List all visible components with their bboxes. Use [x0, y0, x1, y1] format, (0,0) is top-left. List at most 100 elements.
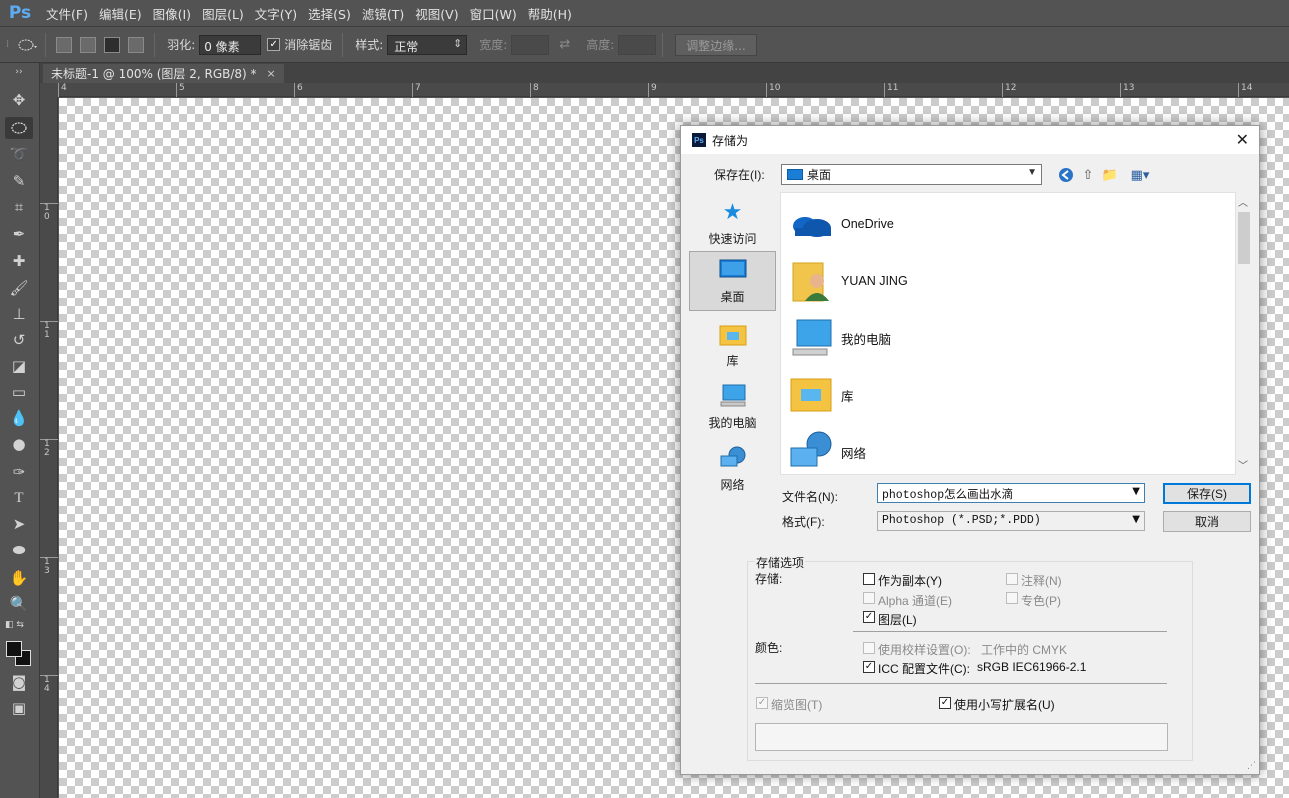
- place-library[interactable]: 库: [689, 314, 776, 374]
- spot-colors-label: 专色(P): [1021, 594, 1061, 608]
- menu-layer[interactable]: 图层(L): [202, 4, 244, 23]
- add-to-selection-button[interactable]: [80, 36, 97, 53]
- place-network[interactable]: 网络: [689, 438, 776, 498]
- feather-input[interactable]: 0 像素: [199, 34, 262, 55]
- format-select[interactable]: Photoshop (*.PSD;*.PDD) ▼: [877, 511, 1145, 531]
- notes-checkbox[interactable]: [1006, 573, 1018, 585]
- chevron-down-icon[interactable]: ▼: [1132, 514, 1140, 525]
- foreground-color-swatch[interactable]: [6, 641, 22, 657]
- list-item[interactable]: 我的电脑: [789, 315, 1169, 361]
- gradient-tool-icon[interactable]: ▭: [5, 381, 33, 403]
- quick-mask-icon[interactable]: ◙: [5, 671, 33, 693]
- dialog-title: 存储为: [712, 133, 749, 148]
- eraser-tool-icon[interactable]: ◪: [5, 355, 33, 377]
- list-item[interactable]: 库: [789, 372, 1169, 418]
- up-folder-icon[interactable]: ⇧: [1079, 166, 1097, 184]
- resize-grip-icon[interactable]: ⋰: [1247, 760, 1256, 771]
- chevron-down-icon[interactable]: ﹀: [1238, 457, 1248, 472]
- new-folder-icon[interactable]: 📁: [1101, 166, 1119, 184]
- height-input[interactable]: [618, 34, 657, 55]
- hand-tool-icon[interactable]: ✋: [5, 567, 33, 589]
- close-icon[interactable]: ✕: [1236, 130, 1249, 150]
- ellipse-shape-tool-icon[interactable]: ⬬: [5, 539, 33, 561]
- color-reset-icons[interactable]: ◧ ⇆: [5, 618, 33, 632]
- eyedropper-tool-icon[interactable]: ✒: [5, 223, 33, 245]
- computer-icon: [718, 383, 748, 409]
- menu-edit[interactable]: 编辑(E): [99, 4, 142, 23]
- menu-help[interactable]: 帮助(H): [528, 4, 572, 23]
- blur-tool-icon[interactable]: 💧: [5, 407, 33, 429]
- place-computer[interactable]: 我的电脑: [689, 376, 776, 436]
- height-label: 高度:: [586, 38, 615, 52]
- alpha-channels-checkbox[interactable]: [863, 592, 875, 604]
- chevron-down-icon[interactable]: ▼: [1132, 486, 1140, 497]
- subtract-from-selection-button[interactable]: [104, 36, 121, 53]
- cancel-button[interactable]: 取消: [1163, 511, 1251, 532]
- brush-tool-icon[interactable]: 🖌: [5, 277, 33, 299]
- view-menu-icon[interactable]: ▦▾: [1127, 166, 1153, 184]
- collapse-icon[interactable]: ››: [5, 67, 33, 77]
- ruler-tick: 6: [294, 83, 303, 97]
- ellipse-marquee-preset-icon[interactable]: [17, 37, 39, 53]
- ruler-tick: 12: [1002, 83, 1016, 97]
- chevron-up-icon[interactable]: ︿: [1238, 194, 1248, 209]
- ruler-tick: 1 3: [40, 557, 58, 576]
- lowercase-extension-checkbox[interactable]: ✓: [939, 697, 951, 709]
- scroll-thumb[interactable]: [1238, 212, 1250, 264]
- file-list-scrollbar[interactable]: ︿ ﹀: [1236, 192, 1253, 475]
- zoom-tool-icon[interactable]: 🔍: [5, 593, 33, 615]
- ruler-tick: 10: [766, 83, 780, 97]
- thumbnail-checkbox[interactable]: ✓: [756, 697, 768, 709]
- filename-input[interactable]: photoshop怎么画出水滴 ▼: [877, 483, 1145, 503]
- swap-icon[interactable]: ⇄: [559, 37, 570, 52]
- menu-file[interactable]: 文件(F): [46, 4, 88, 23]
- horizontal-ruler[interactable]: 4 5 6 7 8 9 10 11 12 13 14: [58, 83, 1289, 97]
- clone-stamp-tool-icon[interactable]: ⊥: [5, 303, 33, 325]
- antialias-checkbox[interactable]: ✓: [267, 38, 281, 51]
- crop-tool-icon[interactable]: ⌗: [5, 196, 33, 218]
- menu-type[interactable]: 文字(Y): [255, 4, 297, 23]
- back-icon[interactable]: [1057, 166, 1075, 184]
- spot-colors-checkbox[interactable]: [1006, 592, 1018, 604]
- style-select[interactable]: 正常: [387, 34, 468, 55]
- layers-checkbox[interactable]: ✓: [863, 611, 875, 623]
- menu-window[interactable]: 窗口(W): [470, 4, 517, 23]
- type-tool-icon[interactable]: T: [5, 487, 33, 509]
- menu-view[interactable]: 视图(V): [415, 4, 458, 23]
- file-name: OneDrive: [841, 217, 894, 231]
- refine-edge-button[interactable]: 调整边缘...: [675, 33, 757, 56]
- screen-mode-icon[interactable]: ▣: [5, 697, 33, 719]
- new-selection-button[interactable]: [56, 36, 73, 53]
- list-item[interactable]: OneDrive: [789, 201, 1169, 247]
- move-tool-icon[interactable]: ✥: [5, 89, 33, 111]
- history-brush-tool-icon[interactable]: ↺: [5, 329, 33, 351]
- place-desktop[interactable]: 桌面: [689, 251, 776, 311]
- path-selection-tool-icon[interactable]: ➤: [5, 513, 33, 535]
- list-item[interactable]: YUAN JING: [789, 258, 1169, 304]
- proof-setup-checkbox[interactable]: [863, 642, 875, 654]
- dialog-title-bar[interactable]: Ps 存储为 ✕: [681, 126, 1259, 154]
- ellipse-marquee-tool-icon[interactable]: [5, 117, 33, 139]
- file-list[interactable]: OneDrive YUAN JING 我的电脑 库 网络: [780, 192, 1236, 475]
- save-in-combo[interactable]: 桌面 ▼: [781, 164, 1042, 185]
- pen-tool-icon[interactable]: ✑: [5, 461, 33, 483]
- as-copy-checkbox[interactable]: [863, 573, 875, 585]
- lasso-tool-icon[interactable]: ➰: [5, 143, 33, 165]
- dodge-tool-icon[interactable]: ●: [5, 433, 33, 455]
- place-quick-access[interactable]: ★ 快速访问: [689, 192, 776, 252]
- quick-select-tool-icon[interactable]: ✎: [5, 170, 33, 192]
- list-item[interactable]: 网络: [789, 429, 1169, 474]
- intersect-selection-button[interactable]: [128, 36, 145, 53]
- healing-brush-tool-icon[interactable]: ✚: [5, 250, 33, 272]
- vertical-ruler[interactable]: 1 0 1 1 1 2 1 3 1 4: [40, 97, 58, 798]
- menu-select[interactable]: 选择(S): [308, 4, 351, 23]
- filename-value: photoshop怎么画出水滴: [882, 489, 1014, 502]
- close-tab-icon[interactable]: ×: [267, 67, 276, 80]
- menu-image[interactable]: 图像(I): [153, 4, 191, 23]
- document-tab[interactable]: 未标题-1 @ 100% (图层 2, RGB/8) * ×: [43, 64, 284, 83]
- chevron-down-icon: ▼: [1027, 167, 1037, 178]
- width-input[interactable]: [511, 34, 550, 55]
- save-button[interactable]: 保存(S): [1163, 483, 1251, 504]
- icc-profile-checkbox[interactable]: ✓: [863, 661, 875, 673]
- menu-filter[interactable]: 滤镜(T): [362, 4, 404, 23]
